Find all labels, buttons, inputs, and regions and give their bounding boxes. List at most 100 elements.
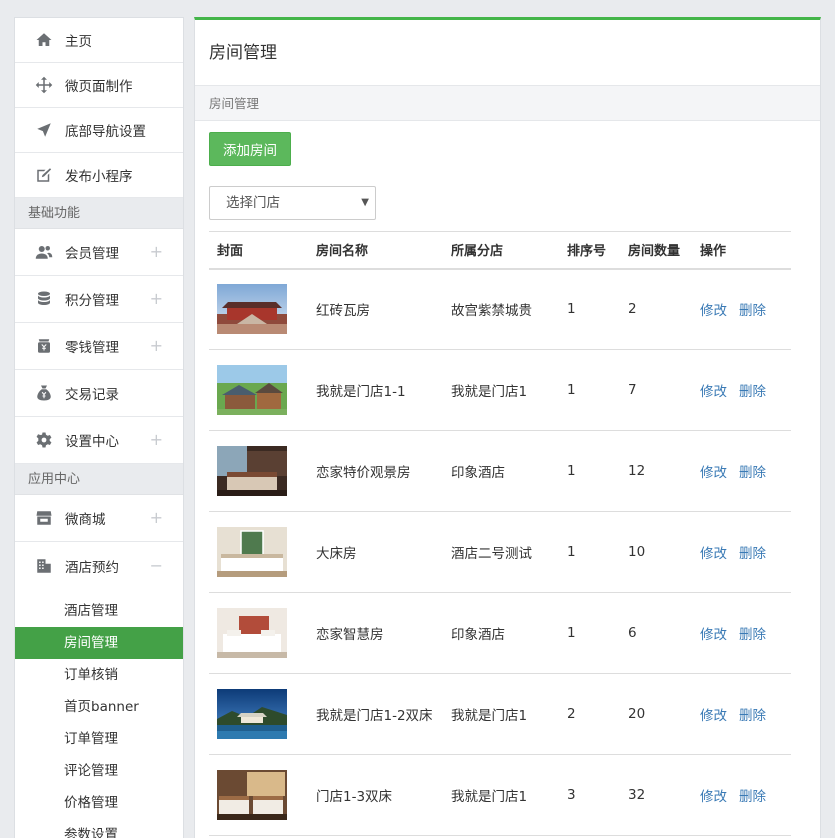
edit-link[interactable]: 修改	[700, 303, 727, 319]
room-thumbnail	[217, 608, 287, 658]
sidebar-item-micro-page[interactable]: 微页面制作	[15, 63, 183, 108]
navigation-arrow-icon	[35, 121, 53, 139]
sidebar-item-publish[interactable]: 发布小程序	[15, 153, 183, 198]
edit-link[interactable]: 修改	[700, 627, 727, 643]
sidebar-item-settings[interactable]: 设置中心 +	[15, 417, 183, 464]
sidebar-item-label: 微商城	[65, 512, 106, 528]
delete-link[interactable]: 删除	[739, 546, 766, 562]
cell-sort: 1	[559, 430, 620, 512]
building-icon	[35, 557, 53, 575]
delete-link[interactable]: 删除	[739, 627, 766, 643]
submenu-parameter-settings[interactable]: 参数设置	[15, 819, 183, 838]
expand-icon[interactable]: +	[150, 510, 163, 526]
sidebar-item-label: 零钱管理	[65, 340, 119, 356]
sidebar-item-label: 积分管理	[65, 293, 119, 309]
header-sort: 排序号	[559, 231, 620, 270]
delete-link[interactable]: 删除	[739, 465, 766, 481]
sidebar-item-label: 交易记录	[65, 387, 119, 403]
table-row: 大床房 酒店二号测试 1 10 修改 删除	[209, 511, 791, 593]
cell-store: 我就是门店1	[443, 673, 559, 755]
sidebar-item-label: 微页面制作	[65, 79, 133, 95]
sidebar-item-members[interactable]: 会员管理 +	[15, 229, 183, 276]
cell-count: 7	[620, 349, 692, 431]
cell-actions: 修改 删除	[692, 754, 791, 836]
wallet-icon	[35, 337, 53, 355]
sidebar-item-label: 主页	[65, 34, 92, 50]
cell-cover	[209, 268, 308, 350]
edit-link[interactable]: 修改	[700, 384, 727, 400]
table-row: 红砖瓦房 故宫紫禁城贵 1 2 修改 删除	[209, 268, 791, 350]
cell-cover	[209, 754, 308, 836]
users-icon	[35, 243, 53, 261]
cell-count: 10	[620, 511, 692, 593]
add-room-button[interactable]: 添加房间	[209, 132, 291, 166]
expand-icon[interactable]: +	[150, 432, 163, 448]
expand-icon[interactable]: +	[150, 291, 163, 307]
sidebar-item-home[interactable]: 主页	[15, 18, 183, 63]
edit-icon	[35, 166, 53, 184]
hotel-submenu: 酒店管理 房间管理 订单核销 首页banner 订单管理 评论管理 价格管理 参…	[15, 589, 183, 838]
cell-store: 印象酒店	[443, 592, 559, 674]
sidebar-item-micro-mall[interactable]: 微商城 +	[15, 495, 183, 542]
caret-down-icon: ▼	[361, 197, 369, 208]
cell-store: 印象酒店	[443, 430, 559, 512]
home-icon	[35, 31, 53, 49]
cell-sort: 1	[559, 349, 620, 431]
cell-store: 故宫紫禁城贵	[443, 268, 559, 350]
expand-icon[interactable]: +	[150, 244, 163, 260]
store-icon	[35, 509, 53, 527]
submenu-hotel-management[interactable]: 酒店管理	[15, 595, 183, 627]
cell-cover	[209, 511, 308, 593]
cell-actions: 修改 删除	[692, 673, 791, 755]
submenu-price-management[interactable]: 价格管理	[15, 787, 183, 819]
delete-link[interactable]: 删除	[739, 303, 766, 319]
sidebar-item-points[interactable]: 积分管理 +	[15, 276, 183, 323]
cell-store: 酒店二号测试	[443, 511, 559, 593]
edit-link[interactable]: 修改	[700, 465, 727, 481]
header-cover: 封面	[209, 231, 308, 270]
cell-sort: 3	[559, 754, 620, 836]
submenu-home-banner[interactable]: 首页banner	[15, 691, 183, 723]
sidebar-item-label: 设置中心	[65, 434, 119, 450]
cell-cover	[209, 592, 308, 674]
gear-icon	[35, 431, 53, 449]
expand-icon[interactable]: +	[150, 338, 163, 354]
submenu-order-management[interactable]: 订单管理	[15, 723, 183, 755]
sidebar-item-transactions[interactable]: 交易记录	[15, 370, 183, 417]
cell-room-name: 恋家智慧房	[308, 592, 443, 674]
table-header-row: 封面 房间名称 所属分店 排序号 房间数量 操作	[209, 231, 791, 270]
cell-actions: 修改 删除	[692, 511, 791, 593]
store-select-value: 选择门店	[226, 195, 280, 211]
cell-cover	[209, 349, 308, 431]
section-title-basic: 基础功能	[15, 198, 183, 229]
submenu-comment-management[interactable]: 评论管理	[15, 755, 183, 787]
cell-room-name: 门店1-3双床	[308, 754, 443, 836]
sidebar-item-bottom-nav[interactable]: 底部导航设置	[15, 108, 183, 153]
sidebar-item-wallet[interactable]: 零钱管理 +	[15, 323, 183, 370]
cell-count: 12	[620, 430, 692, 512]
edit-link[interactable]: 修改	[700, 546, 727, 562]
sidebar-item-hotel-booking[interactable]: 酒店预约 −	[15, 542, 183, 589]
delete-link[interactable]: 删除	[739, 708, 766, 724]
collapse-icon[interactable]: −	[150, 557, 163, 574]
submenu-room-management[interactable]: 房间管理	[15, 627, 183, 659]
edit-link[interactable]: 修改	[700, 708, 727, 724]
cell-count: 6	[620, 592, 692, 674]
cell-sort: 1	[559, 592, 620, 674]
delete-link[interactable]: 删除	[739, 789, 766, 805]
section-title-apps: 应用中心	[15, 464, 183, 495]
table-row: 我就是门店1-1 我就是门店1 1 7 修改 删除	[209, 349, 791, 431]
edit-link[interactable]: 修改	[700, 789, 727, 805]
cell-actions: 修改 删除	[692, 592, 791, 674]
main-panel: 房间管理 房间管理 添加房间 选择门店 ▼ 封面 房间名称 所属分店 排序号 房…	[194, 17, 821, 838]
move-icon	[35, 76, 53, 94]
room-table: 封面 房间名称 所属分店 排序号 房间数量 操作 红砖瓦房 故宫紫禁城贵 1 2 修改删…	[209, 231, 791, 836]
cell-actions: 修改 删除	[692, 349, 791, 431]
delete-link[interactable]: 删除	[739, 384, 766, 400]
submenu-order-verify[interactable]: 订单核销	[15, 659, 183, 691]
sidebar-item-label: 酒店预约	[65, 559, 119, 576]
store-select[interactable]: 选择门店 ▼	[209, 186, 376, 220]
cell-count: 2	[620, 268, 692, 350]
database-icon	[35, 290, 53, 308]
room-thumbnail	[217, 446, 287, 496]
